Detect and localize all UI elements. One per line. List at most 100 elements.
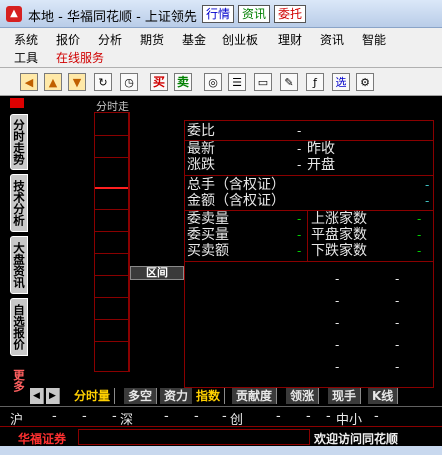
menu-quote[interactable]: 报价 xyxy=(56,31,80,48)
value-flat-count: - xyxy=(417,228,422,242)
tab-long-short[interactable]: 多空 xyxy=(124,388,158,404)
volume-tick: - xyxy=(335,272,340,286)
label-change: 涨跌 xyxy=(187,157,215,173)
menu-analysis[interactable]: 分析 xyxy=(98,31,122,48)
index-cy-pct: - xyxy=(326,409,331,424)
exit-icon[interactable] xyxy=(10,98,24,108)
grid-line xyxy=(95,231,129,232)
app-logo-icon: ▲ xyxy=(6,6,22,22)
label-buy-vol: 委买量 xyxy=(187,227,229,243)
index-cy-change: - xyxy=(306,409,311,424)
label-open: 开盘 xyxy=(307,157,335,173)
tab-leading[interactable]: 领涨 xyxy=(286,388,320,404)
formula-icon[interactable]: ƒ xyxy=(306,73,324,91)
grid-line xyxy=(95,297,129,298)
list-icon[interactable]: ☰ xyxy=(228,73,246,91)
label-volume: 总手（含权证） xyxy=(187,177,285,193)
volume-tick: - xyxy=(335,294,340,308)
scroll-left-icon[interactable]: ◀ xyxy=(30,388,44,404)
settings-icon[interactable]: ⚙ xyxy=(356,73,374,91)
title-bar: ▲ 本地 - 华福同花顺 - 上证领先 行情 资讯 委托 xyxy=(0,0,442,28)
value-amount: - xyxy=(425,194,430,208)
menu-fund[interactable]: 基金 xyxy=(182,31,206,48)
value-down-count: - xyxy=(417,244,422,258)
tab-contribution[interactable]: 贡献度 xyxy=(232,388,278,404)
sell-button[interactable]: 卖 xyxy=(174,73,192,91)
menu-system[interactable]: 系统 xyxy=(14,31,38,48)
value-buysell-amount: - xyxy=(297,244,302,258)
window-bottom-border xyxy=(0,446,442,455)
arrow-down-icon[interactable]: ▼ xyxy=(68,73,86,91)
grid-line xyxy=(128,113,129,371)
quote-button[interactable]: 行情 xyxy=(202,5,235,23)
bottom-tab-bar: ◀ ▶ 分时量 多空 资力 指数 贡献度 领涨 现手 K线 xyxy=(30,388,442,404)
volume-tick: - xyxy=(335,360,340,374)
indicator-icon[interactable]: ◎ xyxy=(204,73,222,91)
menu-tools[interactable]: 工具 xyxy=(14,49,38,66)
label-amount: 金额（含权证） xyxy=(187,193,285,209)
clock-icon[interactable]: ◷ xyxy=(120,73,138,91)
label-flat-count: 平盘家数 xyxy=(311,227,367,243)
index-sz-pct: - xyxy=(222,409,227,424)
scroll-right-icon[interactable]: ▶ xyxy=(46,388,60,404)
volume-tick: - xyxy=(335,338,340,352)
welcome-message: 欢迎访问同花顺 xyxy=(314,432,399,446)
menu-gem[interactable]: 创业板 xyxy=(222,31,258,48)
label-latest: 最新 xyxy=(187,141,215,157)
window-title: 本地 - 华福同花顺 - 上证领先 xyxy=(28,10,197,25)
tab-index[interactable]: 指数 xyxy=(192,388,226,404)
time-chart-grid xyxy=(94,112,130,372)
arrow-up-icon[interactable]: ▲ xyxy=(44,73,62,91)
value-latest: - xyxy=(297,142,302,156)
tab-current-hand[interactable]: 现手 xyxy=(328,388,362,404)
news-button[interactable]: 资讯 xyxy=(238,5,271,23)
index-sh-change: - xyxy=(82,409,87,424)
label-prev-close: 昨收 xyxy=(307,141,335,157)
index-strip: 沪 - - - 深 - - - 创 - - - 中小 - xyxy=(0,406,442,428)
buy-button[interactable]: 买 xyxy=(150,73,168,91)
tab-more[interactable]: 更多 xyxy=(10,360,28,400)
tab-watchlist[interactable]: 自选报价 xyxy=(10,298,28,356)
index-zx-value: - xyxy=(374,409,379,424)
volume-tick: - xyxy=(395,316,400,330)
value-sell-vol: - xyxy=(297,212,302,226)
menu-news[interactable]: 资讯 xyxy=(320,31,344,48)
value-weibi: - xyxy=(297,124,302,138)
volume-tick: - xyxy=(395,338,400,352)
menu-smart[interactable]: 智能 xyxy=(362,31,386,48)
tab-kline[interactable]: K线 xyxy=(368,388,399,404)
index-sh-pct: - xyxy=(112,409,117,424)
left-tab-bar: 分时走势 技术分析 大盘资讯 自选报价 更多 xyxy=(0,96,30,406)
label-buysell-amount: 买卖额 xyxy=(187,243,229,259)
divider xyxy=(185,261,433,262)
menu-finance[interactable]: 理财 xyxy=(278,31,302,48)
menu-online-service[interactable]: 在线服务 xyxy=(56,49,104,66)
menu-futures[interactable]: 期货 xyxy=(140,31,164,48)
tab-technical[interactable]: 技术分析 xyxy=(10,174,28,232)
trade-button[interactable]: 委托 xyxy=(274,5,307,23)
broker-logo: 华福证券 xyxy=(18,432,67,446)
window-icon[interactable]: ▭ xyxy=(254,73,272,91)
label-sell-vol: 委卖量 xyxy=(187,211,229,227)
value-change: - xyxy=(297,158,302,172)
grid-line xyxy=(95,319,129,320)
grid-line xyxy=(95,341,129,342)
label-down-count: 下跌家数 xyxy=(311,243,367,259)
index-cy-value: - xyxy=(276,409,281,424)
tab-fund-power[interactable]: 资力 xyxy=(160,388,194,404)
tab-time-chart[interactable]: 分时走势 xyxy=(10,114,28,170)
quote-panel: 委比 - 最新 - 昨收 涨跌 - 开盘 总手（含权证） - 金额（含权证） -… xyxy=(184,120,434,388)
refresh-icon[interactable]: ↻ xyxy=(94,73,112,91)
interval-button[interactable]: 区间 xyxy=(130,266,184,280)
tab-market-news[interactable]: 大盘资讯 xyxy=(10,236,28,294)
tab-time-volume[interactable]: 分时量 xyxy=(70,388,116,404)
label-weibi: 委比 xyxy=(187,123,215,139)
index-sz-value: - xyxy=(164,409,169,424)
value-up-count: - xyxy=(417,212,422,226)
volume-tick: - xyxy=(395,294,400,308)
volume-tick: - xyxy=(335,316,340,330)
value-buy-vol: - xyxy=(297,228,302,242)
select-stock-button[interactable]: 选 xyxy=(332,73,350,91)
arrow-left-icon[interactable]: ◀ xyxy=(20,73,38,91)
edit-icon[interactable]: ✎ xyxy=(280,73,298,91)
